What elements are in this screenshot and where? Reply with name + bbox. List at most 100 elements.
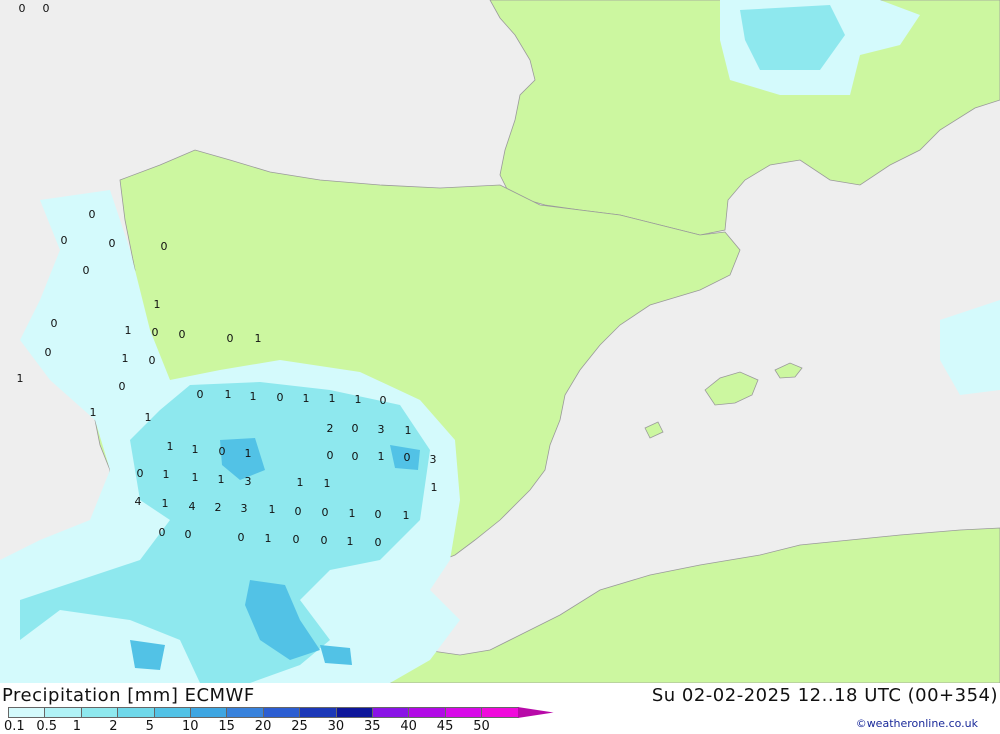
precip-value-label: 0 <box>61 234 68 247</box>
precip-value-label: 0 <box>19 2 26 15</box>
land-mallorca <box>704 371 759 406</box>
precip-value-label: 0 <box>277 391 284 404</box>
legend-swatch <box>226 707 264 718</box>
precip-value-label: 0 <box>380 394 387 407</box>
legend-tick-label: 40 <box>400 719 417 734</box>
legend-tick-label: 15 <box>218 719 235 734</box>
map-date: Su 02-02-2025 12..18 UTC (00+354) <box>651 685 998 706</box>
legend-tick-label: 10 <box>182 719 199 734</box>
precip-value-label: 0 <box>119 380 126 393</box>
precip-value-label: 0 <box>45 346 52 359</box>
legend-tick-label: 5 <box>145 719 154 734</box>
precip-value-label: 3 <box>241 502 248 515</box>
precip-value-label: 0 <box>152 326 159 339</box>
legend-swatch <box>372 707 410 718</box>
legend-tick-label: 1 <box>72 719 82 734</box>
precip-value-label: 0 <box>321 534 328 547</box>
legend-swatch <box>444 707 483 718</box>
precip-value-label: 0 <box>375 536 382 549</box>
legend-swatch <box>8 707 46 718</box>
land-ibiza <box>644 421 664 439</box>
land-menorca <box>774 362 803 379</box>
legend-tick-label: 50 <box>473 719 490 734</box>
precip-value-label: 1 <box>225 388 232 401</box>
legend-tick-label: 0.5 <box>36 719 58 734</box>
precip-value-label: 0 <box>51 317 58 330</box>
precip-value-label: 0 <box>109 237 116 250</box>
precip-value-label: 0 <box>161 240 168 253</box>
precip-value-label: 1 <box>122 352 129 365</box>
legend-swatch <box>517 707 554 718</box>
legend-tick-label: 0.1 <box>4 719 25 734</box>
precip-value-label: 1 <box>245 447 252 460</box>
precip-value-label: 1 <box>347 535 354 548</box>
precip-value-label: 0 <box>89 208 96 221</box>
precip-value-label: 0 <box>352 450 359 463</box>
precip-value-label: 0 <box>159 526 166 539</box>
precip-value-label: 1 <box>192 471 199 484</box>
precip-value-label: 1 <box>355 393 362 406</box>
precip-value-label: 1 <box>145 411 152 424</box>
precip-value-label: 4 <box>189 500 196 513</box>
precipitation-map[interactable]: 0 0 0 0 0 0 0 1 1 0 0 0 1 0 0 1 0 1 0 1 1 0 1 1 0 1 1 1 0 2 0 3 1 1 1 0 1 0 0 1… <box>0 0 1000 683</box>
legend-swatch <box>44 707 82 718</box>
precip-value-label: 1 <box>90 406 97 419</box>
precip-value-label: 0 <box>352 422 359 435</box>
precip-value-label: 4 <box>135 495 142 508</box>
precip-value-label: 1 <box>250 390 257 403</box>
precip-value-label: 0 <box>293 533 300 546</box>
legend-tick-label: 45 <box>436 719 454 734</box>
legend-swatch <box>262 707 301 718</box>
legend-swatch <box>117 707 155 718</box>
precip-value-label: 0 <box>322 506 329 519</box>
precip-value-label: 1 <box>255 332 262 345</box>
precip-value-label: 0 <box>295 505 302 518</box>
precip-value-label: 0 <box>197 388 204 401</box>
precip-value-label: 1 <box>378 450 385 463</box>
precip-value-label: 1 <box>329 392 336 405</box>
precip-value-label: 1 <box>167 440 174 453</box>
precip-value-label: 3 <box>430 453 437 466</box>
precip-value-label: 0 <box>375 508 382 521</box>
precip-value-label: 0 <box>238 531 245 544</box>
precip-value-label: 1 <box>218 473 225 486</box>
precip-value-label: 1 <box>17 372 24 385</box>
credit-link[interactable]: ©weatheronline.co.uk <box>856 717 978 730</box>
legend-swatch <box>190 707 228 718</box>
precip-value-label: 0 <box>327 449 334 462</box>
precip-value-label: 0 <box>185 528 192 541</box>
precip-value-label: 1 <box>405 424 412 437</box>
legend-tick-label: 25 <box>291 719 308 734</box>
precip-value-label: 3 <box>245 475 252 488</box>
legend-swatch <box>408 707 446 718</box>
precip-value-label: 0 <box>83 264 90 277</box>
precip-value-label: 0 <box>227 332 234 345</box>
legend-ticks: 0.1 0.5 1 2 5 10 15 20 25 30 35 40 45 50 <box>0 719 560 734</box>
precip-value-label: 1 <box>269 503 276 516</box>
legend-swatch <box>153 707 191 718</box>
precip-value-label: 0 <box>137 467 144 480</box>
precip-value-label: 1 <box>154 298 161 311</box>
precip-value-label: 3 <box>378 423 385 436</box>
map-title: Precipitation [mm] ECMWF <box>2 685 255 706</box>
precip-value-label: 0 <box>404 451 411 464</box>
legend-swatch <box>481 707 519 718</box>
precip-value-label: 1 <box>297 476 304 489</box>
precip-value-label: 1 <box>403 509 410 522</box>
legend-swatch <box>80 707 119 718</box>
precip-value-label: 2 <box>327 422 334 435</box>
legend-tick-label: 30 <box>327 719 345 734</box>
map-canvas: 0 0 0 0 0 0 0 1 1 0 0 0 1 0 0 1 0 1 0 1 1 0 1 1 0 1 1 1 0 2 0 3 1 1 1 0 1 0 0 1… <box>0 0 1000 683</box>
precip-value-label: 1 <box>303 392 310 405</box>
legend-tick-label: 20 <box>254 719 272 734</box>
precip-value-label: 1 <box>192 443 199 456</box>
precip-value-label: 1 <box>265 532 272 545</box>
precip-value-label: 1 <box>324 477 331 490</box>
precip-value-label: 0 <box>43 2 50 15</box>
precip-value-label: 1 <box>125 324 132 337</box>
precip-value-label: 0 <box>179 328 186 341</box>
precip-value-label: 1 <box>349 507 356 520</box>
legend-swatch <box>299 707 337 718</box>
precip-value-label: 2 <box>215 501 222 514</box>
legend-tick-label: 2 <box>109 719 118 734</box>
